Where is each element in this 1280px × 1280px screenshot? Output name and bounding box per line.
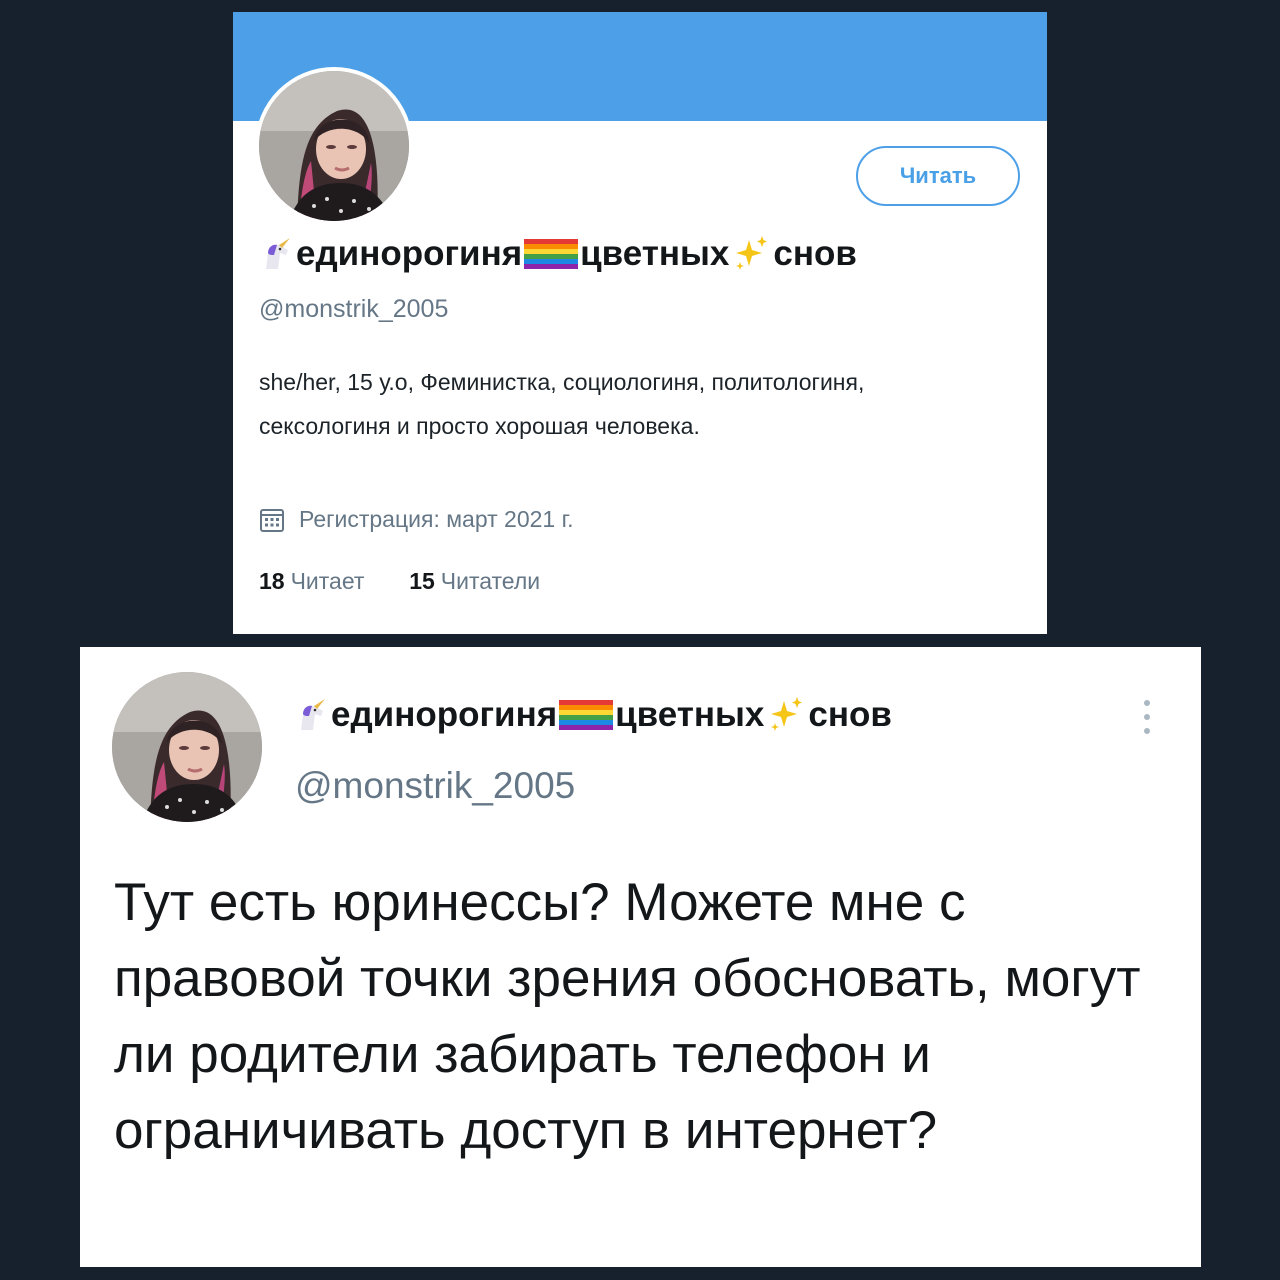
profile-display-name: единорогиня цветных снов — [260, 234, 857, 274]
avatar-photo — [259, 71, 409, 221]
tweet-text: Тут есть юринессы? Можете мне с правовой… — [114, 873, 1141, 1160]
unicorn-icon — [260, 237, 294, 271]
profile-handle: @monstrik_2005 — [259, 295, 449, 323]
display-name-part-1: единорогиня — [296, 234, 523, 273]
avatar-photo — [112, 672, 262, 822]
rainbow-flag-icon — [559, 700, 613, 730]
unicorn-icon — [295, 698, 329, 732]
tweet-card: единорогиня цветных снов @monstrik_2005 … — [80, 647, 1201, 1267]
more-vertical-icon[interactable] — [1140, 697, 1154, 737]
follow-button[interactable]: Читать — [856, 146, 1020, 206]
following-count: 18 — [259, 568, 285, 594]
sparkles-icon — [731, 234, 771, 274]
profile-avatar[interactable] — [255, 67, 413, 225]
profile-card: Читать единорогиня цветных снов @monstri… — [233, 12, 1047, 634]
display-name-part-3: снов — [808, 695, 892, 734]
display-name-part-3: снов — [773, 234, 857, 273]
tweet-avatar[interactable] — [110, 670, 264, 824]
joined-text: Регистрация: март 2021 г. — [299, 506, 574, 532]
calendar-icon — [260, 508, 284, 532]
sparkles-icon — [766, 695, 806, 735]
followers-link[interactable]: 15 Читатели — [409, 568, 540, 594]
following-link[interactable]: 18 Читает — [259, 568, 371, 594]
rainbow-flag-icon — [524, 239, 578, 269]
display-name-part-2: цветных — [615, 695, 765, 734]
tweet-handle[interactable]: @monstrik_2005 — [295, 765, 575, 807]
display-name-part-1: единорогиня — [331, 695, 558, 734]
tweet-display-name[interactable]: единорогиня цветных снов — [295, 695, 892, 735]
profile-stats: 18 Читает 15 Читатели — [259, 568, 540, 595]
profile-bio: she/her, 15 у.о, Феминистка, социологиня… — [259, 369, 865, 439]
following-label: Читает — [290, 568, 365, 594]
followers-label: Читатели — [440, 568, 541, 594]
display-name-part-2: цветных — [580, 234, 730, 273]
followers-count: 15 — [409, 568, 435, 594]
profile-joined-date: Регистрация: март 2021 г. — [259, 506, 574, 533]
